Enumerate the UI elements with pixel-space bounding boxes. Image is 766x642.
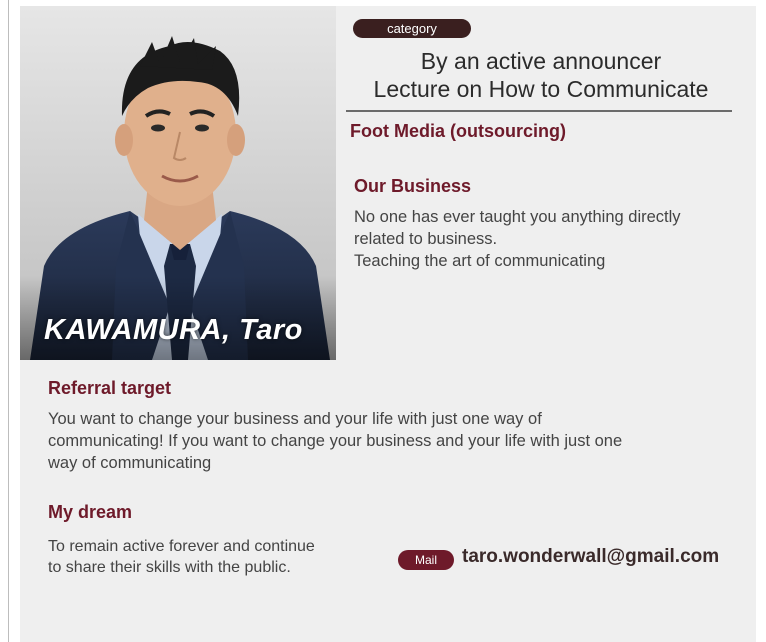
my-dream-text: To remain active forever and continue to… (48, 536, 315, 578)
my-dream-title: My dream (48, 502, 133, 522)
referral-target-title: Referral target (48, 378, 172, 398)
headline-line-2: Lecture on How to Communicate (373, 76, 709, 102)
referral-target-line-3: way of communicating (48, 454, 212, 472)
our-business-line-1: No one has ever taught you anything dire… (354, 208, 681, 226)
headline-divider (346, 110, 732, 112)
our-business-title: Our Business (354, 176, 472, 196)
company-name: Foot Media (outsourcing) (350, 121, 566, 141)
our-business-line-3: Teaching the art of communicating (354, 252, 606, 270)
headline: By an active announcer Lecture on How to… (336, 47, 746, 103)
our-business-line-2: related to business. (354, 230, 498, 248)
mail-badge: Mail (398, 550, 454, 570)
referral-target-text: You want to change your business and you… (48, 408, 622, 474)
page-margin-rule (8, 0, 9, 642)
my-dream-line-1: To remain active forever and continue (48, 538, 315, 555)
referral-target-line-2: communicating! If you want to change you… (48, 432, 623, 450)
person-name-overlay: KAWAMURA, Taro (44, 314, 303, 346)
portrait-illustration (20, 6, 336, 360)
our-business-text: No one has ever taught you anything dire… (354, 206, 681, 272)
headline-line-1: By an active announcer (420, 48, 662, 74)
my-dream-line-2: to share their skills with the public. (48, 559, 291, 576)
category-badge: category (353, 19, 471, 38)
email-address[interactable]: taro.wonderwall@gmail.com (462, 546, 719, 568)
profile-photo: KAWAMURA, Taro (20, 6, 336, 360)
referral-target-line-1: You want to change your business and you… (48, 410, 542, 428)
